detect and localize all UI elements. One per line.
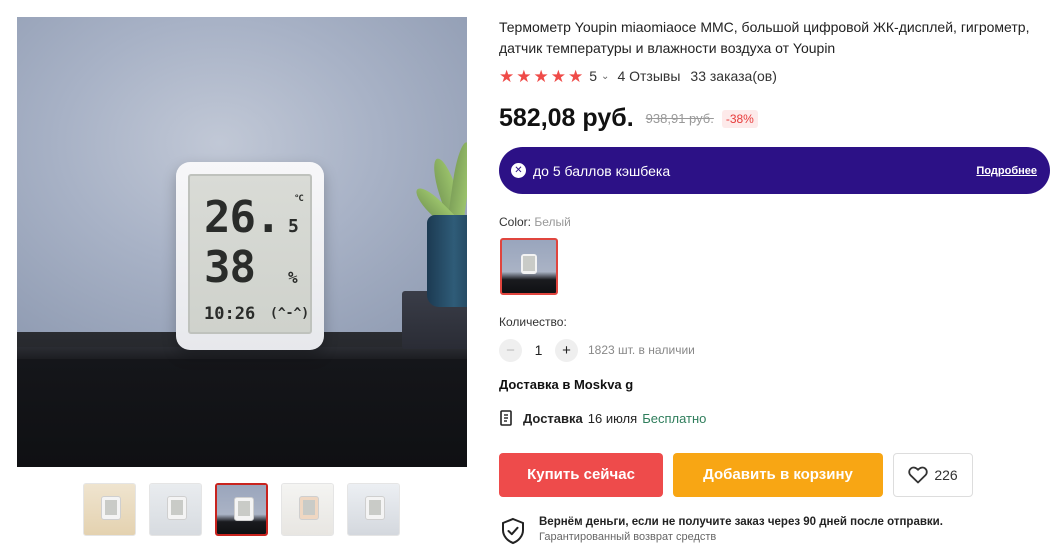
discount-badge: -38% [721, 109, 758, 128]
color-swatch-image [521, 254, 537, 274]
display-temperature: 26. [204, 192, 281, 243]
stock-count: 1823 шт. в наличии [588, 343, 695, 357]
guarantee-text: Вернём деньги, если не получите заказ че… [539, 515, 943, 545]
delivery-destination[interactable]: Доставка в Moskva g [499, 377, 633, 392]
display-time: 10:26 [204, 304, 256, 324]
thermometer-screen: 26. °C 5 38 % 10:26 (^-^) [188, 174, 312, 334]
delivery-row: Доставка 16 июля Бесплатно [499, 410, 706, 426]
cashback-more-link[interactable]: Подробнее [976, 165, 1037, 177]
thermometer-device: 26. °C 5 38 % 10:26 (^-^) [176, 162, 324, 350]
rating-stars: ★ ★ ★ ★ ★ [499, 68, 583, 85]
reviews-link[interactable]: 4 Отзывы [617, 68, 680, 84]
quantity-increase-button[interactable]: + [555, 338, 578, 362]
thumbnail-strip [83, 483, 400, 536]
delivery-date: 16 июля [587, 410, 638, 426]
star-icon: ★ [499, 66, 515, 86]
product-title: Термометр Youpin miaomiaoce MMC, большой… [499, 19, 1030, 56]
star-icon: ★ [516, 66, 532, 86]
rating-row: ★ ★ ★ ★ ★ 5 ⌄ 4 Отзывы 33 заказа(ов) [499, 66, 777, 86]
heart-icon [908, 466, 928, 484]
cashback-text: до 5 баллов кэшбека [533, 162, 671, 179]
image-shelf [17, 359, 467, 467]
current-price: 582,08 руб. [499, 104, 634, 132]
price-row: 582,08 руб. 938,91 руб. -38% [499, 104, 758, 133]
old-price: 938,91 руб. [645, 111, 714, 126]
image-plant-pot [427, 215, 467, 307]
wishlist-count: 226 [934, 467, 958, 483]
orders-count: 33 заказа(ов) [690, 68, 777, 84]
color-value: Белый [534, 215, 571, 229]
thumbnail-5[interactable] [347, 483, 400, 536]
display-humidity-unit: % [288, 268, 298, 287]
thumbnail-2[interactable] [149, 483, 202, 536]
thumbnail-3-active[interactable] [215, 483, 268, 536]
document-icon [500, 410, 512, 426]
guarantee-subtitle: Гарантированный возврат средств [539, 531, 717, 543]
color-label-text: Color: [499, 215, 532, 229]
cashback-banner[interactable]: ✕ до 5 баллов кэшбека Подробнее [499, 147, 1050, 194]
display-face-icon: (^-^) [270, 306, 310, 321]
quantity-stepper: − 1 + 1823 шт. в наличии [499, 338, 695, 362]
star-icon: ★ [533, 66, 549, 86]
quantity-decrease-button[interactable]: − [499, 338, 522, 362]
shield-check-icon [502, 517, 524, 545]
wishlist-button[interactable]: 226 [893, 453, 973, 497]
guarantee-title: Вернём деньги, если не получите заказ че… [539, 516, 943, 528]
chevron-down-icon[interactable]: ⌄ [601, 71, 609, 82]
rating-score[interactable]: 5 [589, 68, 597, 84]
quantity-label: Количество: [499, 315, 567, 329]
star-icon: ★ [550, 66, 566, 86]
display-temperature-decimal: 5 [288, 216, 299, 237]
display-temperature-unit: °C [294, 194, 304, 204]
add-to-cart-button[interactable]: Добавить в корзину [673, 453, 883, 497]
thumbnail-4[interactable] [281, 483, 334, 536]
cashback-close-icon: ✕ [511, 163, 526, 178]
color-option-white[interactable] [500, 238, 558, 295]
display-humidity: 38 [204, 242, 256, 293]
color-label: Color: Белый [499, 215, 571, 229]
quantity-value[interactable]: 1 [522, 342, 555, 358]
star-icon: ★ [568, 66, 584, 86]
main-product-image[interactable]: 26. °C 5 38 % 10:26 (^-^) [17, 17, 467, 467]
thumbnail-1[interactable] [83, 483, 136, 536]
guarantee-block: Вернём деньги, если не получите заказ че… [499, 515, 943, 545]
delivery-label: Доставка [523, 410, 583, 426]
buy-now-button[interactable]: Купить сейчас [499, 453, 663, 497]
delivery-cost: Бесплатно [642, 410, 707, 426]
